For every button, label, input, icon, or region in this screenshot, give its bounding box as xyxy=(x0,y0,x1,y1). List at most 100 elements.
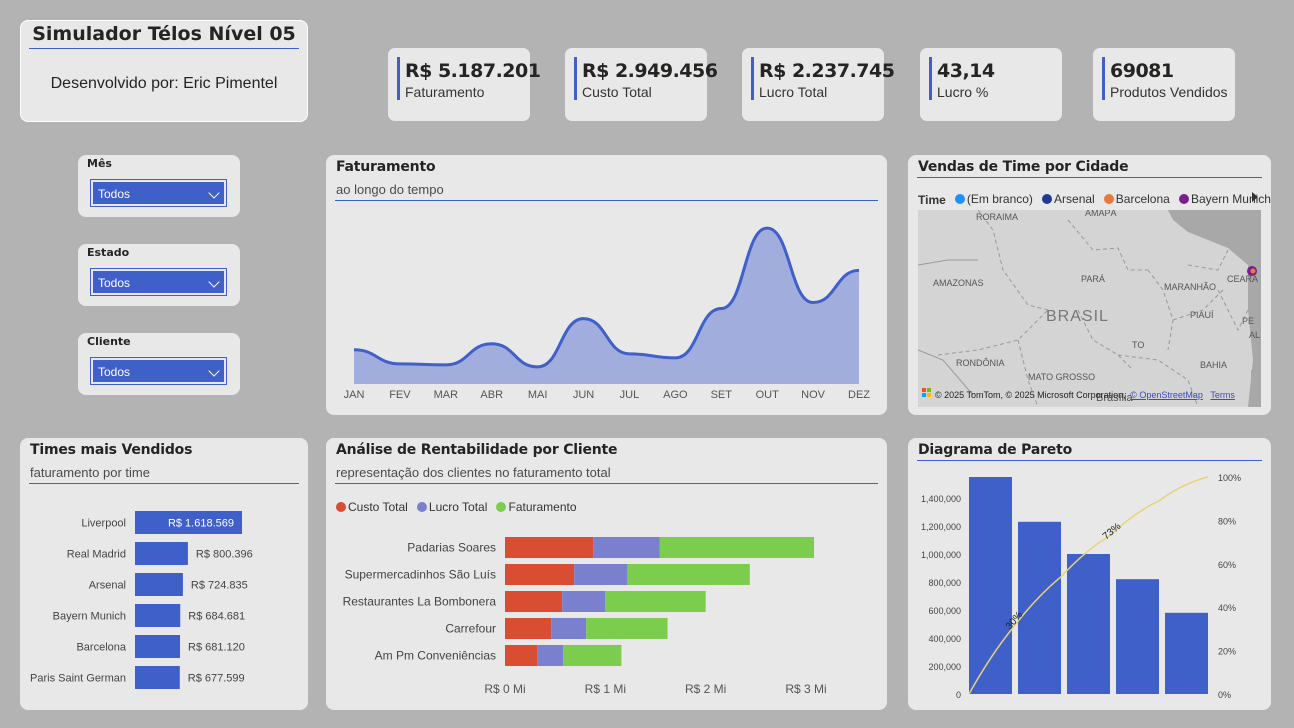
microsoft-logo-icon xyxy=(922,388,932,398)
map-label-state: PARÁ xyxy=(1081,274,1105,284)
title-card: Simulador Télos Nível 05 Desenvolvido po… xyxy=(20,20,308,122)
bar-segment xyxy=(586,618,668,639)
revenue-area-chart: JAN FEV MAR ABR MAI JUN JUL AGO SET OUT NOV DEZ xyxy=(344,226,870,401)
x-tick-label: NOV xyxy=(801,389,826,401)
kpi-label: Lucro % xyxy=(937,84,989,100)
x-tick-label: JUN xyxy=(573,389,594,401)
ocean-shape xyxy=(1251,370,1261,407)
slicer-dropdown-mes[interactable]: Todos xyxy=(90,179,227,207)
slicer-label: Estado xyxy=(87,246,130,259)
kpi-lucro-percent: 43,14 Lucro % xyxy=(920,48,1062,121)
osm-link[interactable]: © OpenStreetMap xyxy=(1130,390,1203,400)
slicer-dropdown-estado[interactable]: Todos xyxy=(90,268,227,296)
terms-link[interactable]: Terms xyxy=(1210,390,1235,400)
pareto-bar xyxy=(1165,612,1208,694)
pareto-bar xyxy=(969,477,1012,694)
chevron-down-icon xyxy=(208,365,220,377)
kpi-value: 43,14 xyxy=(937,60,995,82)
map-canvas[interactable]: RORAIMA AMAPÁ AMAZONAS PARÁ MARANHÃO CEA… xyxy=(918,210,1261,407)
legend-label: Barcelona xyxy=(1115,192,1170,206)
map-card: Vendas de Time por Cidade Time (Em branc… xyxy=(908,155,1271,415)
y-tick-label: 600,000 xyxy=(928,606,961,616)
y-tick-label: 800,000 xyxy=(928,578,961,588)
border-line xyxy=(918,259,978,266)
legend-item[interactable]: Barcelona xyxy=(1103,192,1170,206)
map-label-state: TO xyxy=(1132,340,1145,350)
pareto-chart: 0 200,000 400,000 600,000 800,000 1,000,000 1,… xyxy=(921,473,1241,700)
map-bubble-icon[interactable] xyxy=(1250,268,1256,274)
dashboard-title: Simulador Télos Nível 05 xyxy=(32,23,296,45)
x-tick-label: ABR xyxy=(480,389,503,401)
team-label: Liverpool xyxy=(81,518,126,530)
y2-tick-label: 0% xyxy=(1218,690,1231,700)
bar-segment xyxy=(505,645,538,666)
kpi-label: Produtos Vendidos xyxy=(1110,84,1228,100)
x-tick-label: OUT xyxy=(756,389,780,401)
legend-item[interactable]: Arsenal xyxy=(1042,192,1095,206)
client-label: Am Pm Conveniências xyxy=(375,649,496,663)
map-legend: Time (Em branco) Arsenal Barcelona Bayer… xyxy=(918,189,1271,208)
line-label: 73% xyxy=(1101,521,1123,542)
bar-segment xyxy=(551,618,587,639)
chart-title: Vendas de Time por Cidade xyxy=(918,159,1129,175)
team-bar xyxy=(135,573,183,596)
map-label-state: RONDÔNIA xyxy=(956,358,1005,368)
legend-label: Arsenal xyxy=(1054,192,1095,206)
legend-item[interactable]: (Em branco) xyxy=(954,192,1033,206)
dashboard-subtitle: Desenvolvido por: Eric Pimentel xyxy=(50,75,278,92)
y2-tick-label: 40% xyxy=(1218,603,1236,613)
y-tick-label: 0 xyxy=(956,690,961,700)
team-label: Paris Saint German xyxy=(30,673,126,685)
team-label: Bayern Munich xyxy=(53,611,126,623)
chevron-down-icon xyxy=(208,276,220,288)
data-label: R$ 684.681 xyxy=(188,611,245,623)
legend-next-arrow-icon[interactable] xyxy=(1252,192,1258,202)
team-label: Arsenal xyxy=(89,580,126,592)
map-label-state: AMAPÁ xyxy=(1085,210,1117,218)
slicer-label: Mês xyxy=(87,157,112,170)
data-label: R$ 1.618.569 xyxy=(168,518,234,530)
client-label: Restaurantes La Bombonera xyxy=(343,595,497,609)
teams-bar-chart: Liverpool R$ 1.618.569 Real Madrid R$ 800.3… xyxy=(30,511,253,689)
y-tick-label: 1,400,000 xyxy=(921,494,961,504)
x-tick-label: R$ 1 Mi xyxy=(585,682,626,696)
kpi-accent-bar xyxy=(1102,57,1105,100)
x-tick-label: JUL xyxy=(620,389,640,401)
slicer-label: Cliente xyxy=(87,335,131,348)
chart-divider xyxy=(917,177,1262,178)
map-label-state: RORAIMA xyxy=(976,212,1019,222)
y2-tick-label: 60% xyxy=(1218,560,1236,570)
legend-title: Time xyxy=(918,193,946,207)
map-label-state: CEARÁ xyxy=(1227,274,1259,284)
team-bar xyxy=(135,604,181,627)
pareto-chart-card: Diagrama de Pareto 0 200,000 400,000 600,00… xyxy=(908,438,1271,710)
bar-segment xyxy=(562,591,606,612)
x-tick-label: MAI xyxy=(528,389,548,401)
pareto-bar xyxy=(1018,521,1061,694)
map-label-state: MARANHÃO xyxy=(1164,282,1217,292)
bar-segment xyxy=(627,564,750,585)
legend-label: (Em branco) xyxy=(966,192,1033,206)
map-label-state: MATO GROSSO xyxy=(1028,372,1096,382)
y-tick-label: 1,000,000 xyxy=(921,550,961,560)
kpi-custo-total: R$ 2.949.456 Custo Total xyxy=(565,48,718,121)
bar-segment xyxy=(505,564,575,585)
slicer-value: Todos xyxy=(98,276,131,290)
team-bar xyxy=(135,666,180,689)
kpi-label: Custo Total xyxy=(582,84,652,100)
legend-dot-icon xyxy=(954,194,965,204)
legend-label: Bayern Munich xyxy=(1190,192,1271,206)
map-label-country: BRASIL xyxy=(1046,308,1109,325)
map-label-state: AL xyxy=(1249,330,1261,340)
map-copyright: © 2025 TomTom, © 2025 Microsoft Corporat… xyxy=(935,390,1126,400)
kpi-label: Faturamento xyxy=(405,84,485,100)
x-tick-label: FEV xyxy=(389,389,411,401)
slicer-dropdown-cliente[interactable]: Todos xyxy=(90,357,227,385)
bar-segment xyxy=(563,645,622,666)
legend-dot-icon xyxy=(1103,194,1114,204)
x-tick-label: AGO xyxy=(663,389,688,401)
bar-segment xyxy=(659,537,815,558)
legend-dot-icon xyxy=(1042,194,1053,204)
kpi-accent-bar xyxy=(751,57,754,100)
kpi-value: R$ 2.237.745 xyxy=(759,60,895,82)
